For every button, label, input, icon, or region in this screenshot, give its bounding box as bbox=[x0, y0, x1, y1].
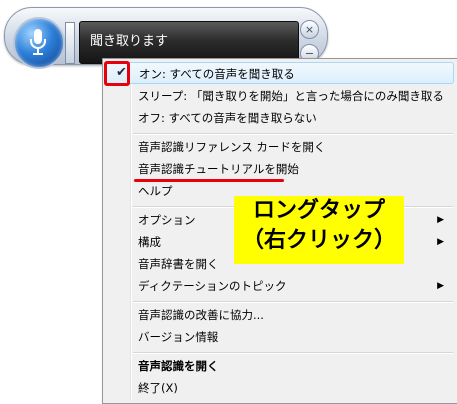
menu-item-label: オプション bbox=[138, 213, 196, 227]
tutorial-underline bbox=[134, 179, 284, 182]
menu-item-tutorial[interactable]: 音声認識チュートリアルを開始 bbox=[105, 158, 454, 180]
long-tap-callout: ロングタップ （右クリック） bbox=[234, 196, 404, 264]
callout-line-2: （右クリック） bbox=[241, 228, 396, 253]
speech-recognition-bar[interactable]: 聞き取ります × − bbox=[4, 7, 328, 69]
callout-line-1: ロングタップ bbox=[252, 198, 385, 223]
menu-item-sleep[interactable]: スリープ: 「聞き取りを開始」と言った場合にのみ聞き取る bbox=[105, 85, 454, 107]
menu-item-improve[interactable]: 音声認識の改善に協力... bbox=[105, 304, 454, 326]
microphone-icon bbox=[30, 29, 46, 55]
menu-separator bbox=[133, 352, 453, 354]
submenu-arrow-icon: ▶ bbox=[437, 215, 444, 225]
menu-item-label: 終了(X) bbox=[138, 381, 178, 395]
submenu-arrow-icon: ▶ bbox=[437, 237, 444, 247]
close-button[interactable]: × bbox=[300, 20, 319, 39]
menu-separator bbox=[133, 301, 453, 303]
close-icon: × bbox=[304, 23, 315, 36]
menu-item-version[interactable]: バージョン情報 bbox=[105, 326, 454, 348]
menu-item-label: 構成 bbox=[138, 235, 161, 249]
audio-level-meter bbox=[65, 22, 75, 64]
menu-item-off[interactable]: オフ: すべての音声を聞き取らない bbox=[105, 107, 454, 129]
menu-item-label: オフ: すべての音声を聞き取らない bbox=[138, 111, 317, 125]
menu-item-exit[interactable]: 終了(X) bbox=[105, 377, 454, 399]
menu-item-label: バージョン情報 bbox=[138, 330, 219, 344]
menu-item-on[interactable]: ✔ オン: すべての音声を聞き取る bbox=[105, 62, 454, 84]
menu-item-label: オン: すべての音声を聞き取る bbox=[139, 67, 295, 81]
menu-item-open-speech[interactable]: 音声認識を開く bbox=[105, 355, 454, 377]
menu-item-label: スリープ: 「聞き取りを開始」と言った場合にのみ聞き取る bbox=[138, 89, 444, 103]
menu-item-dictation-topic[interactable]: ディクテーションのトピック ▶ bbox=[105, 275, 454, 297]
submenu-arrow-icon: ▶ bbox=[437, 281, 444, 291]
menu-item-label: 音声辞書を開く bbox=[138, 257, 219, 271]
microphone-button[interactable] bbox=[13, 17, 65, 69]
menu-item-label: 音声認識チュートリアルを開始 bbox=[138, 162, 299, 176]
menu-item-label: ヘルプ bbox=[138, 184, 173, 198]
menu-separator bbox=[133, 133, 453, 135]
menu-item-label: 音声認識を開く bbox=[138, 359, 219, 373]
menu-item-label: ディクテーションのトピック bbox=[138, 279, 287, 293]
checkmark-highlight-box bbox=[104, 61, 130, 86]
menu-item-label: 音声認識の改善に協力... bbox=[138, 308, 264, 322]
menu-item-reference-card[interactable]: 音声認識リファレンス カードを開く bbox=[105, 136, 454, 158]
status-text: 聞き取ります bbox=[90, 34, 169, 49]
menu-item-label: 音声認識リファレンス カードを開く bbox=[138, 140, 326, 154]
